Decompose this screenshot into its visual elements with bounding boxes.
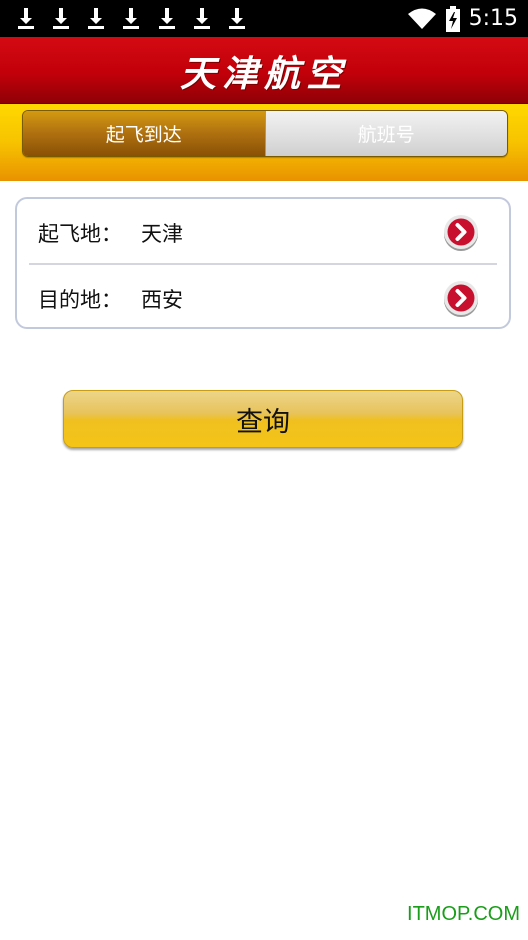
status-right: 5:15 bbox=[407, 0, 518, 37]
tab-departure-arrival[interactable]: 起飞到达 bbox=[23, 111, 265, 156]
departure-value: 天津 bbox=[141, 222, 183, 246]
tab-band: 起飞到达 航班号 bbox=[0, 104, 528, 181]
status-bar: 5:15 bbox=[0, 0, 528, 37]
wifi-icon bbox=[407, 8, 436, 29]
clock: 5:15 bbox=[468, 6, 518, 31]
destination-label: 目的地： bbox=[38, 288, 122, 312]
route-form-card: 起飞地： 天津 目的地： 西安 bbox=[15, 197, 511, 329]
download-icon bbox=[123, 8, 139, 29]
departure-row[interactable]: 起飞地： 天津 bbox=[17, 201, 509, 265]
download-icon bbox=[194, 8, 210, 29]
download-icon bbox=[229, 8, 245, 29]
destination-value: 西安 bbox=[141, 288, 183, 312]
download-icon bbox=[159, 8, 175, 29]
tianjin-airlines-logo: 天津航空 bbox=[179, 53, 348, 95]
chevron-right-icon[interactable] bbox=[443, 215, 479, 251]
download-icon bbox=[88, 8, 104, 29]
chevron-right-icon[interactable] bbox=[443, 281, 479, 317]
tab-flight-number[interactable]: 航班号 bbox=[264, 111, 507, 156]
battery-charging-icon bbox=[445, 5, 460, 32]
destination-row[interactable]: 目的地： 西安 bbox=[17, 267, 509, 331]
query-button[interactable]: 查询 bbox=[63, 390, 463, 448]
search-mode-tabs: 起飞到达 航班号 bbox=[22, 110, 508, 157]
download-icon bbox=[53, 8, 69, 29]
departure-label: 起飞地： bbox=[38, 222, 122, 246]
watermark: ITMOP.COM bbox=[407, 903, 520, 925]
row-divider bbox=[29, 263, 497, 265]
app-header: 天津航空 bbox=[0, 37, 528, 104]
download-icon bbox=[18, 8, 34, 29]
